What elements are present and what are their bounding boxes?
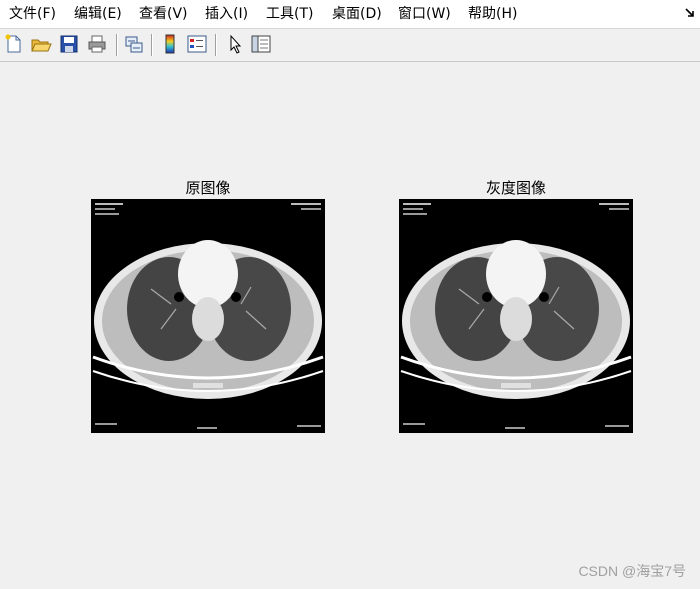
menu-help[interactable]: 帮助(H) xyxy=(466,5,519,23)
print-icon[interactable] xyxy=(86,33,108,55)
link-plot-icon[interactable] xyxy=(123,33,145,55)
save-icon[interactable] xyxy=(58,33,80,55)
menu-file[interactable]: 文件(F) xyxy=(7,5,58,23)
menu-tools[interactable]: 工具(T) xyxy=(264,5,315,23)
toolbar-separator xyxy=(151,34,153,56)
menu-window[interactable]: 窗口(W) xyxy=(396,5,453,23)
toolbar-separator xyxy=(116,34,118,56)
ct-image-grayscale[interactable] xyxy=(399,199,633,433)
new-figure-icon[interactable] xyxy=(3,33,25,55)
insert-colorbar-icon[interactable] xyxy=(159,33,181,55)
ct-image-original[interactable] xyxy=(91,199,325,433)
menu-edit[interactable]: 编辑(E) xyxy=(72,5,124,23)
toolbar-separator xyxy=(215,34,217,56)
insert-legend-icon[interactable] xyxy=(186,33,208,55)
dock-restore-icon[interactable] xyxy=(685,8,695,18)
axes-title-original: 原图像 xyxy=(185,179,231,197)
watermark: CSDN @海宝7号 xyxy=(578,563,686,579)
axes-title-grayscale: 灰度图像 xyxy=(485,179,546,197)
menu-desktop[interactable]: 桌面(D) xyxy=(330,5,384,23)
edit-plot-arrow-icon[interactable] xyxy=(224,33,246,55)
property-inspector-icon[interactable] xyxy=(250,33,272,55)
menu-insert[interactable]: 插入(I) xyxy=(203,5,250,23)
menu-bar: 文件(F) 编辑(E) 查看(V) 插入(I) 工具(T) 桌面(D) 窗口(W… xyxy=(0,0,700,29)
menu-view[interactable]: 查看(V) xyxy=(137,5,190,23)
figure-toolbar xyxy=(0,29,700,62)
open-file-icon[interactable] xyxy=(30,33,52,55)
